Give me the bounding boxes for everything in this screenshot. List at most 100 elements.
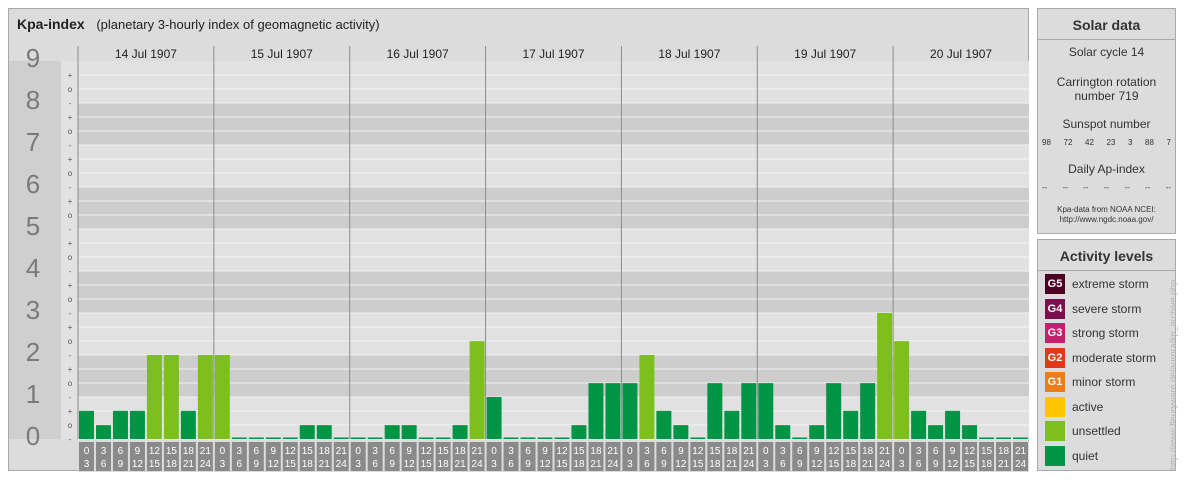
interval-end-label: 12 bbox=[404, 459, 416, 470]
interval-start-label: 21 bbox=[472, 446, 484, 457]
kp-bar bbox=[826, 383, 842, 439]
kp-bar bbox=[248, 437, 264, 439]
minor-tick-label: o bbox=[68, 295, 73, 304]
kp-bar bbox=[520, 437, 536, 439]
interval-end-label: 3 bbox=[84, 459, 90, 470]
kpa-chart-panel: 0 1 2 3 4 5 6 7 8 9- o + - o + - o + - o + - o + - o + - o + - o + - o +14 … bbox=[8, 8, 1029, 472]
sunspot-value: 72 bbox=[1063, 138, 1073, 147]
interval-start-label: 6 bbox=[661, 446, 667, 457]
interval-end-label: 3 bbox=[355, 459, 361, 470]
kp-bar bbox=[639, 355, 655, 439]
interval-end-label: 6 bbox=[780, 459, 786, 470]
carrington-rotation-label: Carrington rotation bbox=[1056, 75, 1157, 89]
kp-bar bbox=[214, 355, 230, 439]
kp-bar bbox=[129, 410, 145, 439]
kp-bar bbox=[486, 397, 502, 439]
interval-start-label: 6 bbox=[254, 446, 260, 457]
kp-bar bbox=[503, 437, 519, 439]
kp-bar bbox=[792, 437, 808, 439]
ap-value: -- bbox=[1145, 183, 1151, 192]
interval-start-label: 9 bbox=[271, 446, 277, 457]
kp-bar bbox=[758, 383, 774, 439]
interval-start-label: 3 bbox=[644, 446, 650, 457]
sunspot-value: 42 bbox=[1085, 138, 1094, 147]
ap-value: -- bbox=[1042, 183, 1048, 192]
interval-end-label: 12 bbox=[132, 459, 144, 470]
interval-end-label: 12 bbox=[539, 459, 551, 470]
sunspot-title: Sunspot number bbox=[1062, 117, 1151, 131]
kp-bar bbox=[962, 425, 978, 439]
interval-end-label: 12 bbox=[268, 459, 280, 470]
interval-end-label: 24 bbox=[1015, 459, 1027, 470]
kp-bar bbox=[265, 437, 281, 439]
kp-bar bbox=[333, 437, 349, 439]
interval-end-label: 21 bbox=[862, 459, 874, 470]
interval-end-label: 24 bbox=[607, 459, 619, 470]
legend-item: G4 severe storm bbox=[1045, 298, 1141, 319]
interval-end-label: 12 bbox=[811, 459, 823, 470]
interval-start-label: 6 bbox=[933, 446, 939, 457]
kp-bar bbox=[316, 425, 332, 439]
legend-swatch bbox=[1045, 421, 1065, 441]
interval-start-label: 0 bbox=[763, 446, 769, 457]
interval-start-label: 0 bbox=[220, 446, 226, 457]
data-source-label: Kpa-data from NOAA NCEI: bbox=[1057, 205, 1156, 214]
minor-tick-label: - bbox=[69, 183, 72, 192]
minor-tick-label: o bbox=[68, 127, 73, 136]
legend-label: extreme storm bbox=[1072, 277, 1149, 291]
chart-title: Kpa-index bbox=[17, 16, 85, 32]
interval-end-label: 18 bbox=[981, 459, 993, 470]
interval-start-label: 6 bbox=[525, 446, 531, 457]
kp-bar bbox=[656, 410, 672, 439]
legend-label: unsettled bbox=[1072, 424, 1121, 438]
legend-item: G1 minor storm bbox=[1045, 372, 1135, 392]
interval-start-label: 6 bbox=[118, 446, 124, 457]
interval-start-label: 6 bbox=[389, 446, 395, 457]
minor-tick-label: - bbox=[69, 351, 72, 360]
interval-start-label: 9 bbox=[135, 446, 141, 457]
interval-end-label: 6 bbox=[372, 459, 378, 470]
kp-bar bbox=[1013, 437, 1028, 439]
interval-end-label: 15 bbox=[149, 459, 161, 470]
kp-bar bbox=[673, 425, 689, 439]
legend-label: minor storm bbox=[1072, 375, 1136, 389]
kp-bar bbox=[877, 313, 893, 439]
interval-start-label: 0 bbox=[491, 446, 497, 457]
chart-header: Kpa-index (planetary 3-hourly index of g… bbox=[17, 16, 380, 32]
sunspot-values: 98 72 42 23 3 88 7 bbox=[1042, 138, 1171, 147]
interval-end-label: 6 bbox=[101, 459, 107, 470]
kp-bar bbox=[571, 425, 587, 439]
interval-start-label: 3 bbox=[916, 446, 922, 457]
legend-item: G3 strong storm bbox=[1045, 323, 1139, 343]
solar-cycle: Solar cycle 14 bbox=[1068, 45, 1145, 59]
grid-band bbox=[78, 271, 1029, 313]
minor-tick-label: - bbox=[69, 267, 72, 276]
minor-tick-label: - bbox=[69, 99, 72, 108]
interval-start-label: 9 bbox=[542, 446, 548, 457]
divider bbox=[1038, 270, 1175, 271]
interval-end-label: 3 bbox=[899, 459, 905, 470]
interval-end-label: 15 bbox=[285, 459, 297, 470]
interval-end-label: 9 bbox=[525, 459, 531, 470]
minor-tick-label: + bbox=[68, 197, 73, 206]
legend-item: G5 extreme storm bbox=[1045, 274, 1149, 294]
interval-end-label: 12 bbox=[947, 459, 959, 470]
kp-bar bbox=[554, 437, 570, 439]
interval-end-label: 12 bbox=[675, 459, 687, 470]
kp-bar bbox=[945, 410, 961, 439]
minor-tick-label: - bbox=[69, 393, 72, 402]
interval-end-label: 3 bbox=[491, 459, 497, 470]
kp-bar bbox=[690, 437, 706, 439]
minor-tick-label: o bbox=[68, 253, 73, 262]
interval-end-label: 15 bbox=[828, 459, 840, 470]
ap-value: -- bbox=[1062, 183, 1068, 192]
minor-tick-label: + bbox=[68, 365, 73, 374]
kp-bar bbox=[605, 383, 621, 439]
day-label: 14 Jul 1907 bbox=[115, 47, 177, 61]
kp-bar bbox=[588, 383, 604, 439]
interval-start-label: 21 bbox=[1015, 446, 1027, 457]
interval-start-label: 9 bbox=[950, 446, 956, 457]
interval-start-label: 9 bbox=[406, 446, 412, 457]
kp-bar bbox=[350, 437, 366, 439]
interval-end-label: 18 bbox=[302, 459, 314, 470]
